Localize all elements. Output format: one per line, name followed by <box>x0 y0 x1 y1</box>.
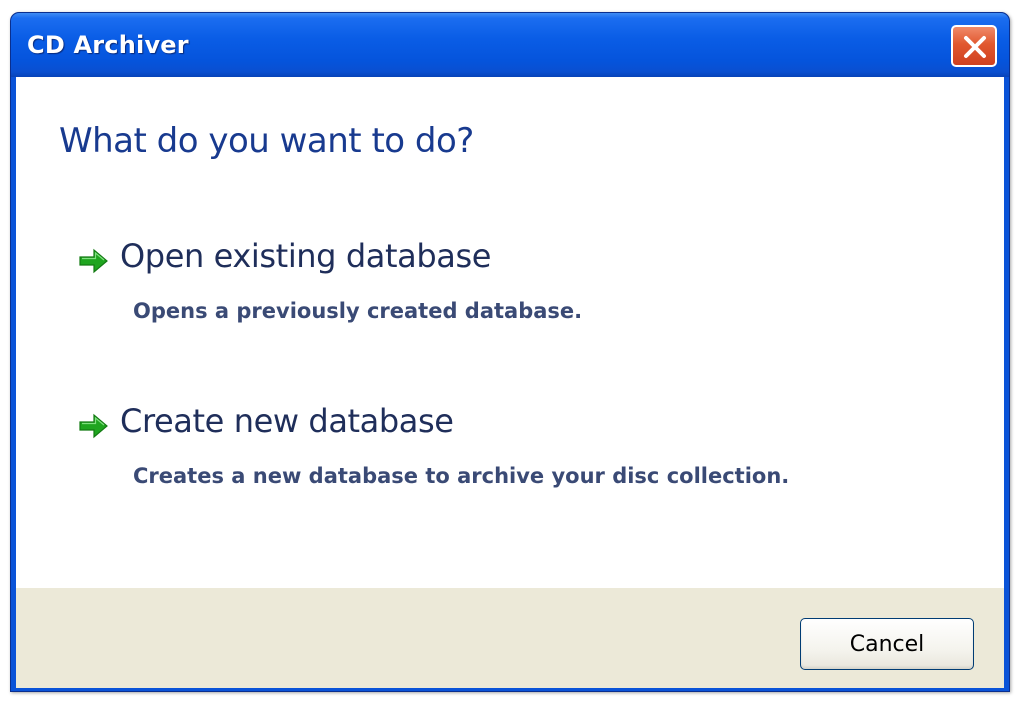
green-arrow-icon <box>79 248 108 274</box>
dialog-footer: Cancel <box>16 588 1004 688</box>
title-bar[interactable]: CD Archiver <box>11 13 1009 77</box>
open-existing-database-option[interactable]: Open existing database Opens a previousl… <box>78 237 878 337</box>
create-new-database-option[interactable]: Create new database Creates a new databa… <box>78 402 878 502</box>
close-icon <box>964 36 986 58</box>
option-title[interactable]: Create new database <box>120 402 454 440</box>
dialog-window: CD Archiver What do you want to do? Open… <box>10 12 1010 692</box>
option-title[interactable]: Open existing database <box>120 237 491 275</box>
green-arrow-icon <box>79 413 108 439</box>
cancel-button[interactable]: Cancel <box>800 618 974 670</box>
dialog-content: What do you want to do? Open existing da… <box>16 77 1004 588</box>
page-title: What do you want to do? <box>59 121 474 161</box>
window-title: CD Archiver <box>27 31 189 59</box>
close-button[interactable] <box>951 25 997 67</box>
option-description: Opens a previously created database. <box>133 299 583 323</box>
option-description: Creates a new database to archive your d… <box>133 464 790 488</box>
